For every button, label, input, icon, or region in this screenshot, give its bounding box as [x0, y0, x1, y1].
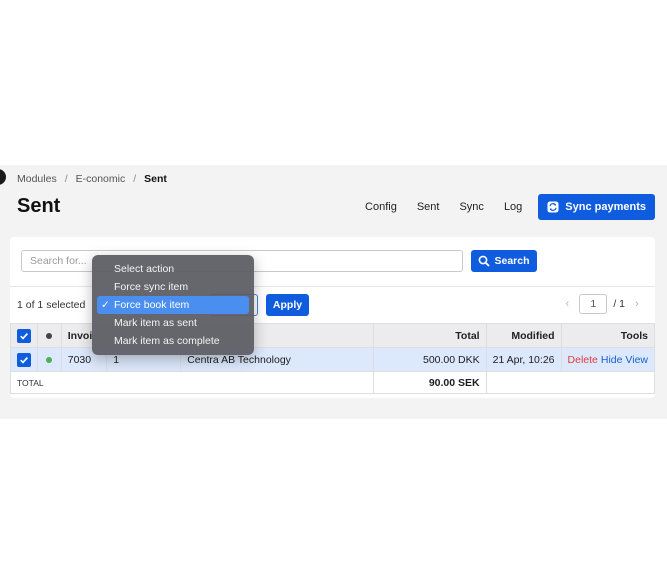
breadcrumb-modules[interactable]: Modules	[17, 173, 57, 185]
menu-item-force-book[interactable]: ✓ Force book item	[97, 296, 249, 314]
menu-item-force-book-label: Force book item	[114, 299, 190, 311]
next-page-icon[interactable]: ›	[631, 298, 643, 310]
row-status-cell	[37, 347, 62, 372]
breadcrumb: Modules / E-conomic / Sent	[17, 173, 167, 185]
view-link[interactable]: View	[625, 354, 648, 366]
status-header	[37, 323, 62, 348]
nav-log[interactable]: Log	[494, 194, 532, 220]
sync-payments-label: Sync payments	[565, 201, 646, 213]
breadcrumb-current: Sent	[144, 173, 167, 185]
selected-count: 1 of 1 selected	[17, 299, 86, 311]
row-select-cell	[10, 347, 38, 372]
breadcrumb-separator: /	[64, 173, 68, 185]
row-checkbox[interactable]	[17, 352, 31, 367]
menu-item-mark-sent[interactable]: Mark item as sent	[97, 314, 249, 332]
breadcrumb-economic[interactable]: E-conomic	[76, 173, 126, 185]
top-nav: Config Sent Sync Log Sync payments	[355, 194, 655, 220]
select-all-checkbox[interactable]	[17, 328, 31, 343]
check-icon: ✓	[101, 299, 110, 311]
page-input[interactable]: 1	[579, 294, 608, 314]
nav-config[interactable]: Config	[355, 194, 407, 220]
prev-page-icon[interactable]: ‹	[561, 298, 573, 310]
checkmark-icon	[20, 356, 29, 364]
select-all-cell	[10, 323, 38, 348]
total-cell: 500.00 DKK	[373, 347, 487, 372]
modified-header[interactable]: Modified	[485, 323, 562, 348]
total-filler	[485, 371, 656, 394]
search-icon	[479, 255, 491, 267]
modified-cell: 21 Apr, 10:26	[485, 347, 562, 372]
menu-item-mark-complete[interactable]: Mark item as complete	[97, 332, 249, 350]
sync-payments-button[interactable]: Sync payments	[538, 194, 655, 220]
apply-button[interactable]: Apply	[266, 294, 309, 316]
window-control-dot	[0, 169, 6, 185]
total-header[interactable]: Total	[373, 323, 487, 348]
status-green-icon	[46, 356, 53, 363]
total-label: TOTAL	[10, 371, 374, 394]
nav-sent[interactable]: Sent	[407, 194, 450, 220]
tools-header: Tools	[560, 323, 655, 348]
action-dropdown-menu: Select action Force sync item ✓ Force bo…	[92, 255, 254, 355]
menu-item-force-sync[interactable]: Force sync item	[97, 278, 249, 296]
pagination: ‹ 1 / 1 ›	[561, 294, 643, 314]
sync-icon	[547, 201, 559, 213]
search-button-label: Search	[494, 255, 530, 267]
delete-link[interactable]: Delete	[568, 354, 598, 366]
total-value: 90.00 SEK	[373, 371, 487, 394]
status-dot-icon	[46, 332, 53, 339]
search-button[interactable]: Search	[471, 250, 537, 272]
checkmark-icon	[20, 332, 29, 340]
page-title: Sent	[17, 195, 61, 217]
nav-sync[interactable]: Sync	[449, 194, 493, 220]
hide-link[interactable]: Hide	[601, 354, 623, 366]
tools-cell: Delete Hide View	[560, 347, 655, 372]
breadcrumb-separator: /	[133, 173, 137, 185]
total-row: TOTAL 90.00 SEK	[10, 371, 656, 394]
page-total: / 1	[613, 298, 625, 310]
menu-item-select-action[interactable]: Select action	[97, 260, 249, 278]
